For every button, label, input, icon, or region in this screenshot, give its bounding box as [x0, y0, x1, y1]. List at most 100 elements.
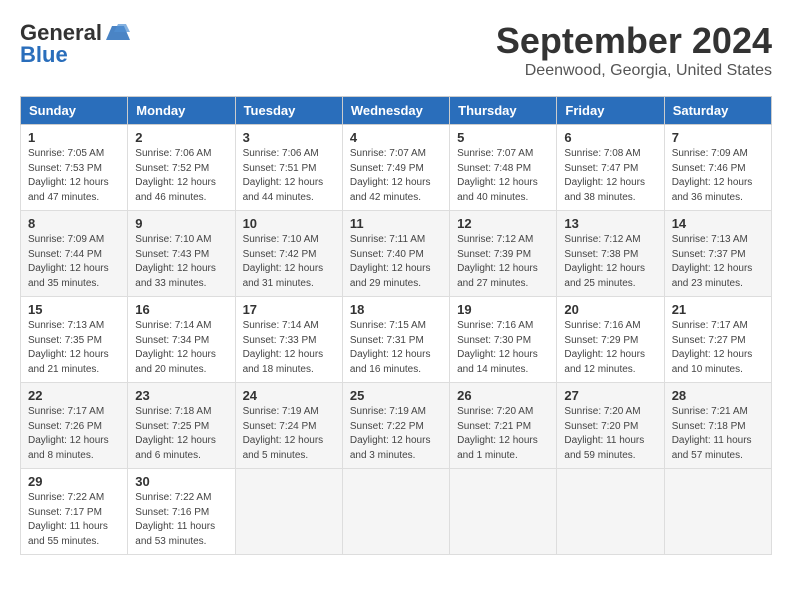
day-info: Sunrise: 7:10 AMSunset: 7:42 PMDaylight:…: [243, 233, 335, 291]
day-number: 27: [564, 388, 656, 403]
col-header-tuesday: Tuesday: [235, 97, 342, 125]
calendar-cell: 5 Sunrise: 7:07 AMSunset: 7:48 PMDaylight…: [450, 125, 557, 211]
col-header-thursday: Thursday: [450, 97, 557, 125]
day-info: Sunrise: 7:07 AMSunset: 7:49 PMDaylight:…: [350, 147, 442, 205]
day-info: Sunrise: 7:13 AMSunset: 7:35 PMDaylight:…: [28, 319, 120, 377]
day-info: Sunrise: 7:12 AMSunset: 7:38 PMDaylight:…: [564, 233, 656, 291]
day-info: Sunrise: 7:10 AMSunset: 7:43 PMDaylight:…: [135, 233, 227, 291]
day-number: 8: [28, 216, 120, 231]
logo-icon: [104, 22, 132, 44]
day-number: 20: [564, 302, 656, 317]
day-info: Sunrise: 7:17 AMSunset: 7:27 PMDaylight:…: [672, 319, 764, 377]
day-info: Sunrise: 7:13 AMSunset: 7:37 PMDaylight:…: [672, 233, 764, 291]
day-info: Sunrise: 7:19 AMSunset: 7:22 PMDaylight:…: [350, 405, 442, 463]
calendar-cell: 23 Sunrise: 7:18 AMSunset: 7:25 PMDayligh…: [128, 383, 235, 469]
calendar-cell: 13 Sunrise: 7:12 AMSunset: 7:38 PMDayligh…: [557, 211, 664, 297]
logo-blue: Blue: [20, 42, 68, 68]
calendar-cell: 27Sunrise: 7:20 AMSunset: 7:20 PMDayligh…: [557, 383, 664, 469]
day-info: Sunrise: 7:14 AMSunset: 7:34 PMDaylight:…: [135, 319, 227, 377]
day-number: 1: [28, 130, 120, 145]
calendar-header-row: SundayMondayTuesdayWednesdayThursdayFrid…: [21, 97, 772, 125]
calendar-cell: [664, 469, 771, 555]
day-info: Sunrise: 7:14 AMSunset: 7:33 PMDaylight:…: [243, 319, 335, 377]
day-info: Sunrise: 7:22 AMSunset: 7:16 PMDaylight:…: [135, 491, 227, 549]
calendar-cell: 4 Sunrise: 7:07 AMSunset: 7:49 PMDaylight…: [342, 125, 449, 211]
day-number: 4: [350, 130, 442, 145]
day-info: Sunrise: 7:07 AMSunset: 7:48 PMDaylight:…: [457, 147, 549, 205]
calendar-cell: 20 Sunrise: 7:16 AMSunset: 7:29 PMDayligh…: [557, 297, 664, 383]
logo: General Blue: [20, 20, 132, 68]
calendar-cell: 29 Sunrise: 7:22 AMSunset: 7:17 PMDayligh…: [21, 469, 128, 555]
day-info: Sunrise: 7:09 AMSunset: 7:44 PMDaylight:…: [28, 233, 120, 291]
header: General Blue September 2024 Deenwood, Ge…: [20, 20, 772, 80]
day-number: 9: [135, 216, 227, 231]
calendar-cell: 15 Sunrise: 7:13 AMSunset: 7:35 PMDayligh…: [21, 297, 128, 383]
day-number: 11: [350, 216, 442, 231]
calendar-cell: 22 Sunrise: 7:17 AMSunset: 7:26 PMDayligh…: [21, 383, 128, 469]
day-info: Sunrise: 7:16 AMSunset: 7:30 PMDaylight:…: [457, 319, 549, 377]
day-info: Sunrise: 7:09 AMSunset: 7:46 PMDaylight:…: [672, 147, 764, 205]
calendar-cell: 2 Sunrise: 7:06 AMSunset: 7:52 PMDaylight…: [128, 125, 235, 211]
calendar-cell: 21 Sunrise: 7:17 AMSunset: 7:27 PMDayligh…: [664, 297, 771, 383]
day-info: Sunrise: 7:06 AMSunset: 7:51 PMDaylight:…: [243, 147, 335, 205]
day-info: Sunrise: 7:06 AMSunset: 7:52 PMDaylight:…: [135, 147, 227, 205]
day-number: 13: [564, 216, 656, 231]
day-info: Sunrise: 7:22 AMSunset: 7:17 PMDaylight:…: [28, 491, 120, 549]
calendar-cell: 9 Sunrise: 7:10 AMSunset: 7:43 PMDaylight…: [128, 211, 235, 297]
day-number: 12: [457, 216, 549, 231]
calendar-cell: 3 Sunrise: 7:06 AMSunset: 7:51 PMDaylight…: [235, 125, 342, 211]
day-number: 25: [350, 388, 442, 403]
day-info: Sunrise: 7:16 AMSunset: 7:29 PMDaylight:…: [564, 319, 656, 377]
day-info: Sunrise: 7:08 AMSunset: 7:47 PMDaylight:…: [564, 147, 656, 205]
day-number: 26: [457, 388, 549, 403]
day-number: 15: [28, 302, 120, 317]
calendar-cell: 26Sunrise: 7:20 AMSunset: 7:21 PMDayligh…: [450, 383, 557, 469]
calendar-cell: 12 Sunrise: 7:12 AMSunset: 7:39 PMDayligh…: [450, 211, 557, 297]
day-number: 29: [28, 474, 120, 489]
calendar-cell: 14 Sunrise: 7:13 AMSunset: 7:37 PMDayligh…: [664, 211, 771, 297]
calendar-cell: 8 Sunrise: 7:09 AMSunset: 7:44 PMDaylight…: [21, 211, 128, 297]
calendar-week-row: 29 Sunrise: 7:22 AMSunset: 7:17 PMDayligh…: [21, 469, 772, 555]
day-info: Sunrise: 7:12 AMSunset: 7:39 PMDaylight:…: [457, 233, 549, 291]
calendar-cell: 19 Sunrise: 7:16 AMSunset: 7:30 PMDayligh…: [450, 297, 557, 383]
day-number: 23: [135, 388, 227, 403]
day-info: Sunrise: 7:05 AMSunset: 7:53 PMDaylight:…: [28, 147, 120, 205]
calendar-cell: 1 Sunrise: 7:05 AMSunset: 7:53 PMDaylight…: [21, 125, 128, 211]
col-header-saturday: Saturday: [664, 97, 771, 125]
calendar-week-row: 22 Sunrise: 7:17 AMSunset: 7:26 PMDayligh…: [21, 383, 772, 469]
calendar-cell: [450, 469, 557, 555]
day-number: 16: [135, 302, 227, 317]
calendar-cell: 25 Sunrise: 7:19 AMSunset: 7:22 PMDayligh…: [342, 383, 449, 469]
calendar-table: SundayMondayTuesdayWednesdayThursdayFrid…: [20, 96, 772, 555]
calendar-cell: [557, 469, 664, 555]
day-number: 28: [672, 388, 764, 403]
day-number: 18: [350, 302, 442, 317]
day-number: 14: [672, 216, 764, 231]
day-number: 22: [28, 388, 120, 403]
calendar-cell: 17Sunrise: 7:14 AMSunset: 7:33 PMDayligh…: [235, 297, 342, 383]
month-title: September 2024: [496, 20, 772, 62]
title-section: September 2024 Deenwood, Georgia, United…: [496, 20, 772, 80]
day-number: 24: [243, 388, 335, 403]
day-number: 2: [135, 130, 227, 145]
day-number: 3: [243, 130, 335, 145]
col-header-wednesday: Wednesday: [342, 97, 449, 125]
day-info: Sunrise: 7:21 AMSunset: 7:18 PMDaylight:…: [672, 405, 764, 463]
day-number: 5: [457, 130, 549, 145]
col-header-friday: Friday: [557, 97, 664, 125]
calendar-cell: [235, 469, 342, 555]
location-title: Deenwood, Georgia, United States: [496, 62, 772, 80]
day-number: 21: [672, 302, 764, 317]
calendar-cell: 16 Sunrise: 7:14 AMSunset: 7:34 PMDayligh…: [128, 297, 235, 383]
col-header-monday: Monday: [128, 97, 235, 125]
day-info: Sunrise: 7:17 AMSunset: 7:26 PMDaylight:…: [28, 405, 120, 463]
calendar-cell: 24Sunrise: 7:19 AMSunset: 7:24 PMDayligh…: [235, 383, 342, 469]
col-header-sunday: Sunday: [21, 97, 128, 125]
calendar-cell: 6Sunrise: 7:08 AMSunset: 7:47 PMDaylight…: [557, 125, 664, 211]
calendar-week-row: 8 Sunrise: 7:09 AMSunset: 7:44 PMDaylight…: [21, 211, 772, 297]
day-info: Sunrise: 7:18 AMSunset: 7:25 PMDaylight:…: [135, 405, 227, 463]
calendar-cell: [342, 469, 449, 555]
day-number: 30: [135, 474, 227, 489]
calendar-cell: 7Sunrise: 7:09 AMSunset: 7:46 PMDaylight…: [664, 125, 771, 211]
day-number: 19: [457, 302, 549, 317]
